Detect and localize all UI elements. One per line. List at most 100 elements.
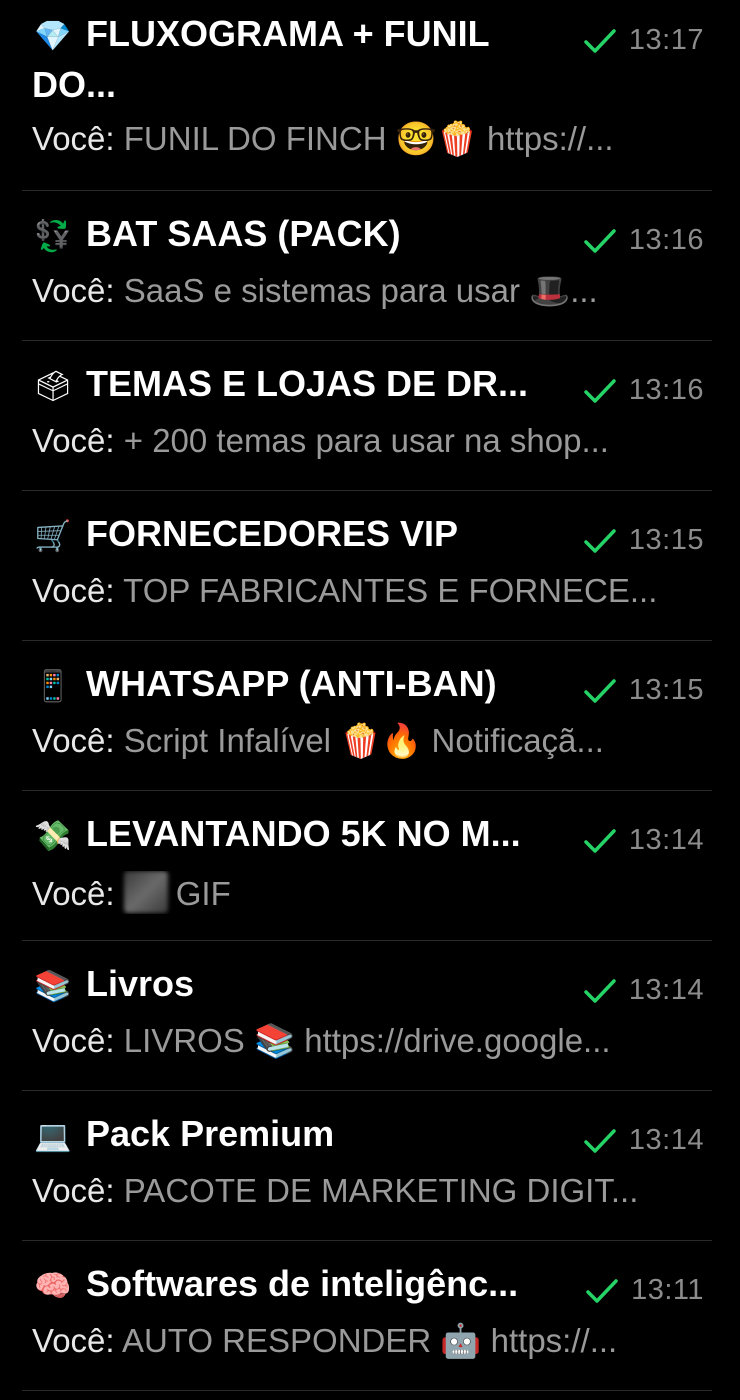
- gif-thumbnail-icon: [123, 871, 168, 913]
- chat-time: 13:17: [628, 24, 704, 56]
- chat-title-text: BAT SAAS (PACK): [86, 213, 401, 254]
- sent-check-icon: [584, 228, 616, 253]
- chat-meta: 13:14: [583, 974, 704, 1007]
- chat-item-fornecedores-vip[interactable]: 🛒 FORNECEDORES VIP 13:15 Você: TOP FABRIC…: [22, 510, 712, 641]
- chat-item-pack-premium[interactable]: 💻 Pack Premium 13:14 Você: PACOTE DE MARK…: [22, 1110, 712, 1241]
- preview-message: TOP FABRICANTES E FORNECE...: [123, 572, 658, 609]
- chat-header: 💱 BAT SAAS (PACK) 13:16: [22, 210, 712, 261]
- chat-meta: 13:14: [583, 1124, 704, 1157]
- chat-title-text: WHATSAPP (ANTI-BAN): [86, 663, 497, 704]
- preview-sender: Você:: [32, 875, 115, 912]
- chat-preview: Você: LIVROS 📚 https://drive.google...: [32, 1021, 682, 1061]
- chat-preview: Você: FUNIL DO FINCH 🤓🍿 https://...: [32, 119, 682, 159]
- preview-message: PACOTE DE MARKETING DIGIT...: [123, 1172, 639, 1209]
- preview-message: GIF: [175, 875, 231, 912]
- chat-header: 🧠 Softwares de inteligênc... 13:11: [22, 1260, 712, 1311]
- chat-time: 13:16: [628, 374, 704, 406]
- chat-item-bat-saas[interactable]: 💱 BAT SAAS (PACK) 13:16 Você: SaaS e sist…: [22, 210, 712, 341]
- chat-title-text: Livros: [86, 963, 195, 1004]
- preview-message: SaaS e sistemas para usar 🎩...: [123, 272, 598, 309]
- chat-item-livros[interactable]: 📚 Livros 13:14 Você: LIVROS 📚 https://dri…: [22, 960, 712, 1091]
- brain-icon: 🧠: [34, 1269, 72, 1304]
- chat-meta: 13:11: [585, 1274, 704, 1307]
- chat-preview: Você: TOP FABRICANTES E FORNECE...: [32, 571, 682, 611]
- chat-header: 💸 LEVANTANDO 5K NO M... 13:14: [22, 810, 712, 861]
- chat-title: 💸 LEVANTANDO 5K NO M...: [32, 810, 552, 861]
- chat-meta: 13:15: [583, 524, 704, 557]
- chat-title: 💻 Pack Premium: [32, 1110, 552, 1161]
- chat-preview: Você: + 200 temas para usar na shop...: [32, 421, 682, 461]
- chat-meta: 13:14: [583, 824, 704, 857]
- chat-title-text: FORNECEDORES VIP: [86, 513, 459, 554]
- money-with-wings-icon: 💸: [34, 819, 72, 854]
- sent-check-icon: [584, 528, 616, 553]
- chat-meta: 13:16: [583, 224, 704, 257]
- chat-title: 💎 FLUXOGRAMA + FUNIL DO...: [32, 10, 532, 109]
- preview-sender: Você:: [32, 722, 115, 759]
- chat-header: 📱 WHATSAPP (ANTI-BAN) 13:15: [22, 660, 712, 711]
- chat-title-text: LEVANTANDO 5K NO M...: [86, 813, 521, 854]
- chat-header: 💎 FLUXOGRAMA + FUNIL DO... 13:17: [22, 10, 712, 109]
- chat-item-levantando-5k[interactable]: 💸 LEVANTANDO 5K NO M... 13:14 Você: GIF: [22, 810, 712, 941]
- chat-time: 13:14: [628, 1124, 704, 1156]
- chat-preview: Você: PACOTE DE MARKETING DIGIT...: [32, 1171, 682, 1211]
- preview-message: FUNIL DO FINCH 🤓🍿 https://...: [123, 120, 614, 157]
- sent-check-icon: [584, 378, 616, 403]
- chat-meta: 13:17: [583, 24, 704, 57]
- chat-title: 📱 WHATSAPP (ANTI-BAN): [32, 660, 552, 711]
- chat-title: 💱 BAT SAAS (PACK): [32, 210, 552, 261]
- sent-check-icon: [586, 1278, 618, 1303]
- chat-item-whatsapp-anti-ban[interactable]: 📱 WHATSAPP (ANTI-BAN) 13:15 Você: Script …: [22, 660, 712, 791]
- currency-exchange-icon: 💱: [34, 219, 72, 254]
- chat-item-temas-lojas[interactable]: 🗳 TEMAS E LOJAS DE DR... 13:16 Você: + 20…: [22, 360, 712, 491]
- chat-title: 🗳 TEMAS E LOJAS DE DR...: [32, 360, 552, 411]
- chat-header: 🛒 FORNECEDORES VIP 13:15: [22, 510, 712, 561]
- preview-message: LIVROS 📚 https://drive.google...: [123, 1022, 611, 1059]
- sent-check-icon: [584, 1128, 616, 1153]
- chat-meta: 13:16: [583, 374, 704, 407]
- preview-sender: Você:: [32, 422, 115, 459]
- mobile-phone-icon: 📱: [34, 669, 72, 704]
- chat-header: 📚 Livros 13:14: [22, 960, 712, 1011]
- chat-time: 13:15: [628, 524, 704, 556]
- sent-check-icon: [584, 828, 616, 853]
- sent-check-icon: [584, 28, 616, 53]
- chat-list: 💎 FLUXOGRAMA + FUNIL DO... 13:17 Você: FU…: [0, 0, 740, 1400]
- chat-preview: Você: SaaS e sistemas para usar 🎩...: [32, 271, 682, 311]
- laptop-icon: 💻: [34, 1119, 72, 1154]
- chat-title-text: Pack Premium: [86, 1113, 335, 1154]
- chat-time: 13:11: [631, 1274, 704, 1306]
- chat-item-fluxograma[interactable]: 💎 FLUXOGRAMA + FUNIL DO... 13:17 Você: FU…: [22, 10, 712, 191]
- sent-check-icon: [584, 978, 616, 1003]
- books-icon: 📚: [34, 969, 72, 1004]
- preview-sender: Você:: [32, 1322, 115, 1359]
- chat-preview: Você: Script Infalível 🍿🔥 Notificaçã...: [32, 721, 682, 761]
- chat-preview: Você: AUTO RESPONDER 🤖 https://...: [32, 1321, 682, 1361]
- chat-time: 13:14: [628, 824, 704, 856]
- preview-message: + 200 temas para usar na shop...: [123, 422, 609, 459]
- chat-title-text: FLUXOGRAMA + FUNIL DO...: [32, 13, 489, 105]
- chat-header: 💻 Pack Premium 13:14: [22, 1110, 712, 1161]
- chat-item-softwares-ia[interactable]: 🧠 Softwares de inteligênc... 13:11 Você: …: [22, 1260, 712, 1391]
- gem-icon: 💎: [34, 19, 72, 54]
- ballot-box-icon: 🗳: [33, 369, 73, 404]
- chat-time: 13:14: [628, 974, 704, 1006]
- preview-message: AUTO RESPONDER 🤖 https://...: [121, 1322, 618, 1359]
- preview-sender: Você:: [32, 1022, 115, 1059]
- shopping-cart-icon: 🛒: [34, 519, 72, 554]
- chat-title-text: TEMAS E LOJAS DE DR...: [86, 363, 529, 404]
- chat-title-text: Softwares de inteligênc...: [86, 1263, 519, 1304]
- chat-time: 13:16: [628, 224, 704, 256]
- preview-message: Script Infalível 🍿🔥 Notificaçã...: [123, 722, 604, 759]
- chat-preview: Você: GIF: [32, 871, 682, 914]
- preview-sender: Você:: [32, 272, 115, 309]
- chat-title: 📚 Livros: [32, 960, 552, 1011]
- chat-title: 🛒 FORNECEDORES VIP: [32, 510, 552, 561]
- chat-header: 🗳 TEMAS E LOJAS DE DR... 13:16: [22, 360, 712, 411]
- sent-check-icon: [584, 678, 616, 703]
- preview-sender: Você:: [32, 1172, 115, 1209]
- chat-time: 13:15: [628, 674, 704, 706]
- chat-title: 🧠 Softwares de inteligênc...: [32, 1260, 552, 1311]
- preview-sender: Você:: [32, 572, 115, 609]
- chat-meta: 13:15: [583, 674, 704, 707]
